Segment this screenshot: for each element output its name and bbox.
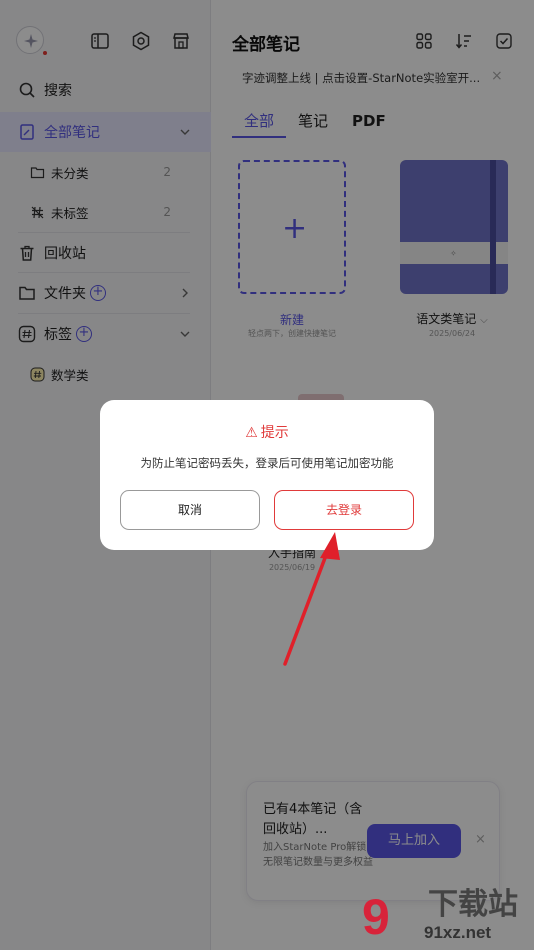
login-prompt-dialog: ⚠ 提示 为防止笔记密码丢失，登录后可使用笔记加密功能 取消 去登录 <box>100 400 434 550</box>
cancel-button[interactable]: 取消 <box>120 490 260 530</box>
watermark-brand: 下载站 <box>428 887 518 922</box>
site-watermark: 9 下载站 91xz.net <box>362 888 534 950</box>
dialog-message: 为防止笔记密码丢失，登录后可使用笔记加密功能 <box>140 456 394 470</box>
watermark-logo: 9 <box>362 889 390 945</box>
annotation-arrow-icon <box>283 532 340 666</box>
watermark-domain: 91xz.net <box>424 923 492 942</box>
dialog-title-text: 提示 <box>260 425 289 441</box>
dialog-title: ⚠ 提示 <box>100 422 434 442</box>
warning-icon: ⚠ <box>245 425 258 441</box>
